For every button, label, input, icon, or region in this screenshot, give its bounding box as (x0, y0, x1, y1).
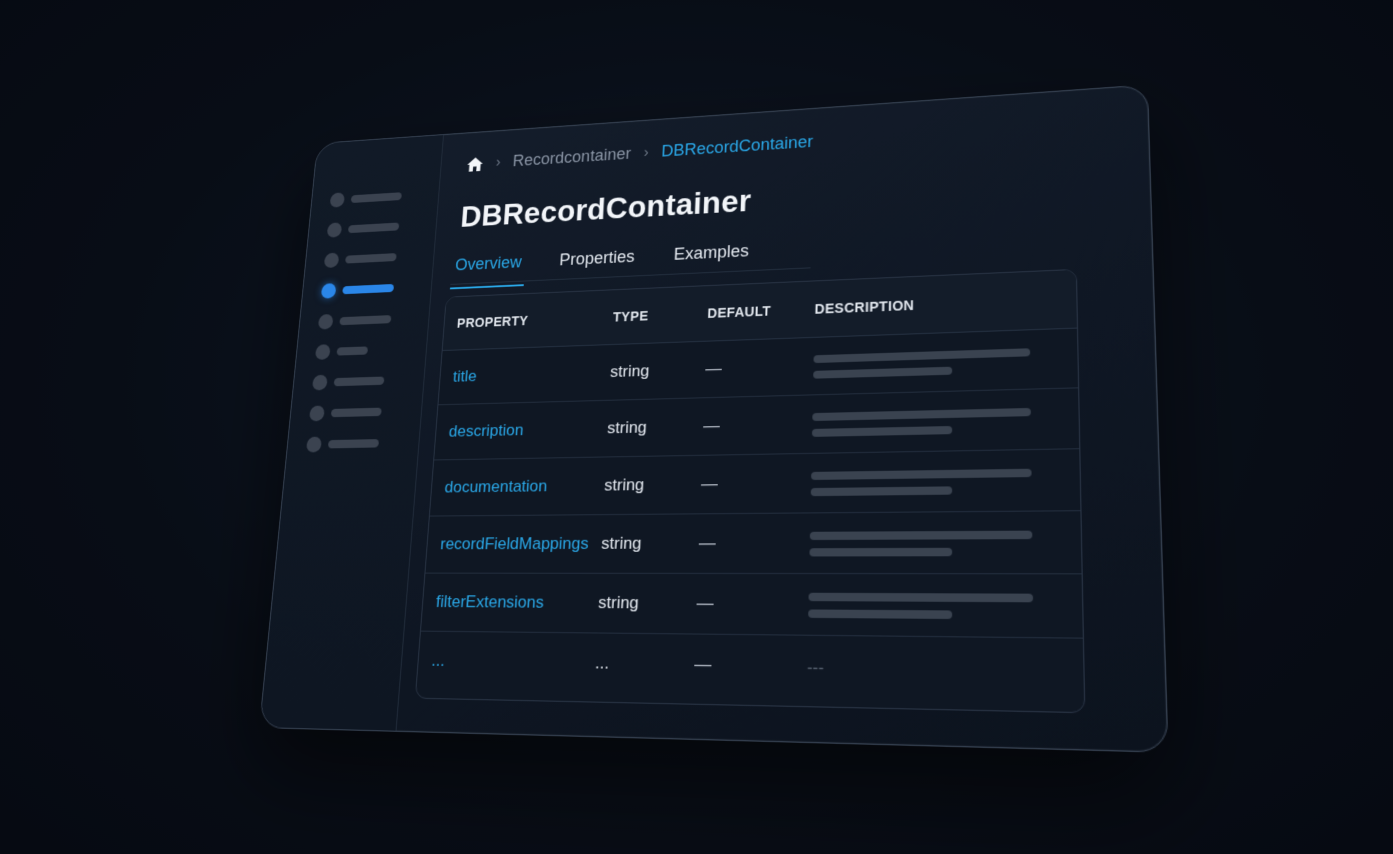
table-row[interactable]: recordFieldMappings string — (425, 511, 1081, 574)
description-placeholder (813, 348, 1041, 387)
description-placeholder (808, 593, 1045, 629)
property-name[interactable]: recordFieldMappings (440, 534, 589, 554)
table-row[interactable]: filterExtensions string — (421, 574, 1083, 639)
column-header-default: DEFAULT (707, 303, 771, 321)
property-description: --- (807, 659, 824, 678)
tab-properties[interactable]: Properties (555, 242, 639, 279)
properties-table: PROPERTY TYPE DEFAULT DESCRIPTION title … (415, 269, 1086, 713)
nav-bullet-active (321, 283, 337, 299)
table-row[interactable]: documentation string — (430, 449, 1081, 516)
property-name[interactable]: documentation (444, 477, 548, 498)
breadcrumb-current: DBRecordContainer (661, 132, 813, 161)
property-default: — (703, 416, 720, 436)
column-header-type: TYPE (613, 308, 649, 324)
nav-placeholder-line (331, 407, 382, 417)
sidebar-item-8[interactable] (309, 402, 382, 422)
device-frame: › Recordcontainer › DBRecordContainer DB… (259, 84, 1169, 753)
nav-placeholder-line (342, 284, 394, 294)
nav-bullet (330, 192, 346, 207)
sidebar-item-active[interactable] (321, 279, 395, 300)
property-default: — (694, 654, 712, 675)
nav-placeholder-line (348, 222, 399, 233)
chevron-right-icon: › (643, 145, 649, 161)
sidebar-item-9[interactable] (306, 434, 380, 454)
sidebar-item-6[interactable] (315, 341, 369, 361)
nav-placeholder-line (339, 315, 391, 325)
tab-examples[interactable]: Examples (669, 237, 753, 274)
sidebar-item-3[interactable] (324, 248, 398, 269)
property-name[interactable]: description (448, 421, 524, 441)
nav-placeholder-line (337, 346, 369, 355)
nav-bullet (312, 374, 328, 390)
description-placeholder (810, 469, 1042, 505)
property-type: ... (595, 653, 610, 674)
description-placeholder (812, 408, 1042, 445)
sidebar-item-7[interactable] (312, 371, 385, 391)
column-header-description: DESCRIPTION (814, 297, 914, 316)
nav-placeholder-line (351, 192, 402, 203)
scene: › Recordcontainer › DBRecordContainer DB… (0, 0, 1393, 854)
chevron-right-icon: › (495, 154, 501, 170)
nav-bullet (318, 314, 334, 330)
description-placeholder (809, 531, 1043, 565)
breadcrumb-link[interactable]: Recordcontainer (512, 144, 631, 170)
sidebar-item-2[interactable] (327, 217, 400, 238)
home-icon[interactable] (466, 155, 485, 173)
tab-bar: Overview Properties Examples (450, 234, 811, 285)
property-type: string (607, 418, 647, 438)
property-type: string (601, 534, 642, 554)
property-name[interactable]: title (452, 367, 477, 386)
sidebar-item-5[interactable] (318, 310, 392, 331)
nav-bullet (309, 405, 325, 421)
page-title: DBRecordContainer (459, 183, 751, 234)
property-name[interactable]: ... (431, 651, 446, 671)
nav-bullet (327, 222, 343, 237)
property-type: string (604, 475, 645, 495)
property-default: — (698, 533, 716, 553)
nav-bullet (324, 252, 340, 268)
nav-placeholder-line (334, 376, 385, 386)
sidebar-item-1[interactable] (329, 187, 402, 209)
column-header-property: PROPERTY (456, 313, 528, 330)
main-content: › Recordcontainer › DBRecordContainer DB… (396, 85, 1168, 751)
property-type: string (610, 362, 650, 382)
property-type: string (598, 593, 640, 614)
breadcrumb: › Recordcontainer › DBRecordContainer (466, 132, 814, 173)
nav-bullet (315, 344, 331, 360)
tab-overview[interactable]: Overview (450, 248, 526, 284)
nav-placeholder-line (345, 253, 397, 263)
property-default: — (701, 474, 718, 494)
property-name[interactable]: filterExtensions (435, 592, 544, 613)
table-row[interactable]: ... ... — --- (416, 632, 1084, 704)
nav-placeholder-line (328, 439, 379, 448)
property-default: — (696, 593, 714, 614)
nav-bullet (306, 436, 322, 452)
property-default: — (705, 359, 722, 379)
